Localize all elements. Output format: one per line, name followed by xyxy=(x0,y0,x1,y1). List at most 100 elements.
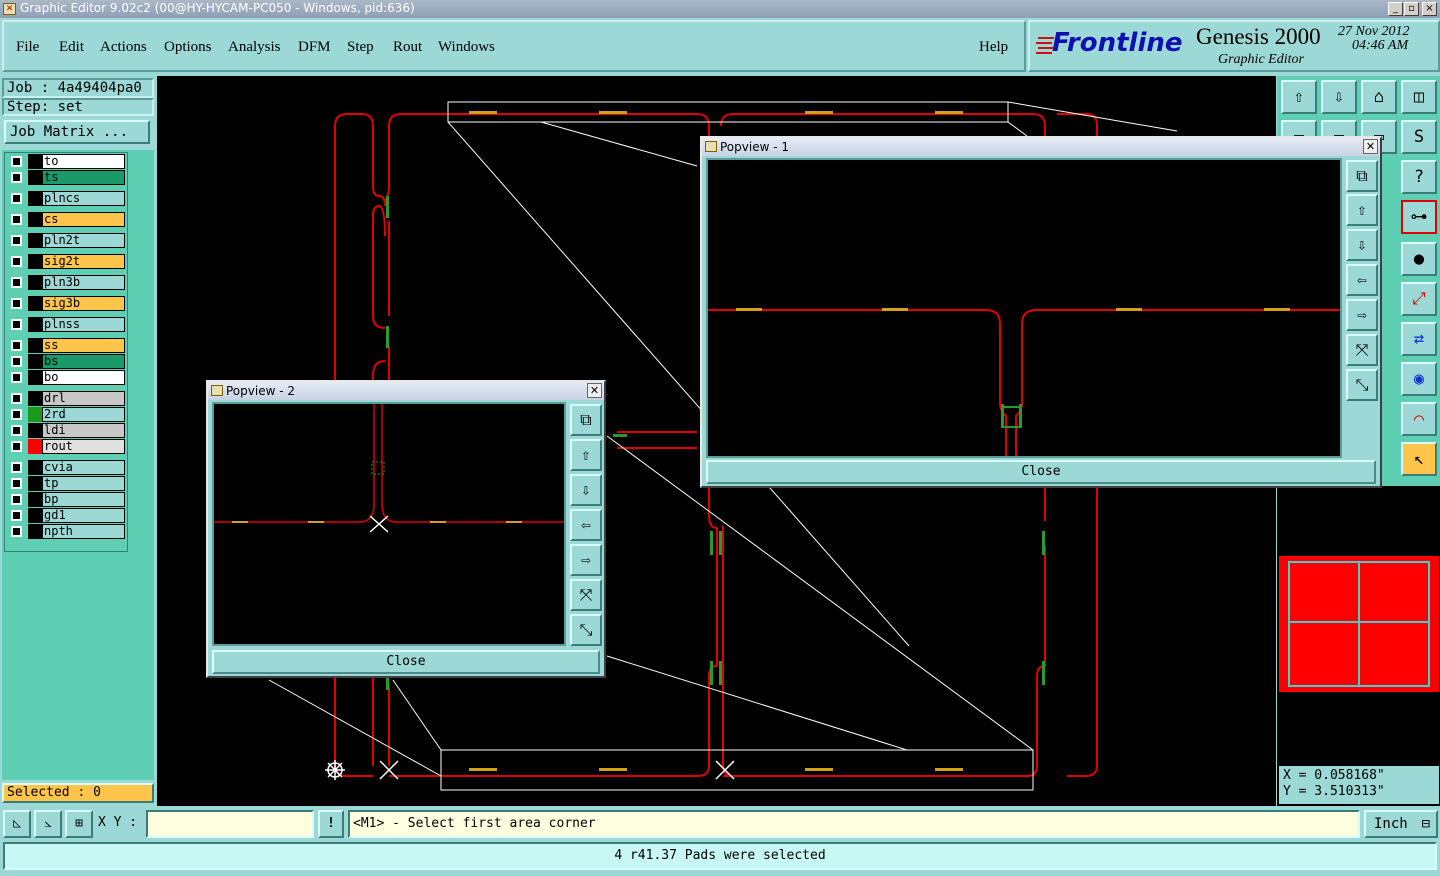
view-zoom-in-icon[interactable]: ⤧ xyxy=(570,579,602,611)
layer-row-npth[interactable]: npth xyxy=(8,524,126,539)
layer-color-swatch[interactable] xyxy=(28,354,42,369)
layer-name[interactable]: plnss xyxy=(42,317,125,332)
layer-color-swatch[interactable] xyxy=(28,191,42,206)
layer-color-swatch[interactable] xyxy=(28,317,42,332)
help-icon[interactable]: ? xyxy=(1401,160,1437,194)
layer-color-swatch[interactable] xyxy=(28,524,42,539)
layer-row-sig3b[interactable]: sig3b xyxy=(8,296,126,311)
layer-name[interactable]: npth xyxy=(42,524,125,539)
route-icon[interactable]: ⊶ xyxy=(1401,200,1437,234)
layer-row-bo[interactable]: bo xyxy=(8,370,126,385)
layer-color-swatch[interactable] xyxy=(28,170,42,185)
layer-checkbox[interactable] xyxy=(11,478,22,489)
popview-2-close-icon[interactable]: ✕ xyxy=(587,383,602,398)
layer-row-drl[interactable]: drl xyxy=(8,391,126,406)
layer-checkbox[interactable] xyxy=(11,214,22,225)
layer-color-swatch[interactable] xyxy=(28,296,42,311)
popview-2-canvas[interactable] xyxy=(212,402,566,646)
layer-name[interactable]: bo xyxy=(42,370,125,385)
view-pan-right-icon[interactable]: ⇨ xyxy=(570,544,602,576)
view-pan-right-icon[interactable]: ⇨ xyxy=(1346,299,1378,331)
view-zoom-fit-icon[interactable]: ⧉ xyxy=(570,404,602,436)
layer-name[interactable]: rout xyxy=(42,439,125,454)
layer-row-sig2t[interactable]: sig2t xyxy=(8,254,126,269)
menu-rout[interactable]: Rout xyxy=(393,39,422,56)
layer-name[interactable]: sig2t xyxy=(42,254,125,269)
layer-name[interactable]: cs xyxy=(42,212,125,227)
layer-row-tp[interactable]: tp xyxy=(8,476,126,491)
layer-name[interactable]: pln3b xyxy=(42,275,125,290)
layer-name[interactable]: sig3b xyxy=(42,296,125,311)
layer-name[interactable]: gd1 xyxy=(42,508,125,523)
layer-checkbox[interactable] xyxy=(11,526,22,537)
view-pan-down-icon[interactable]: ⇩ xyxy=(570,474,602,506)
layer-checkbox[interactable] xyxy=(11,425,22,436)
layer-color-swatch[interactable] xyxy=(28,233,42,248)
layer-checkbox[interactable] xyxy=(11,356,22,367)
snap-icon[interactable]: S xyxy=(1401,120,1437,154)
layer-row-cs[interactable]: cs xyxy=(8,212,126,227)
layer-name[interactable]: drl xyxy=(42,391,125,406)
layer-color-swatch[interactable] xyxy=(28,338,42,353)
layer-checkbox[interactable] xyxy=(11,256,22,267)
layer-checkbox[interactable] xyxy=(11,193,22,204)
layer-checkbox[interactable] xyxy=(11,298,22,309)
minimize-button[interactable]: _ xyxy=(1388,2,1403,16)
layer-checkbox[interactable] xyxy=(11,510,22,521)
layer-color-swatch[interactable] xyxy=(28,439,42,454)
view-pan-left-icon[interactable]: ⇦ xyxy=(570,509,602,541)
maximize-button[interactable]: ▫ xyxy=(1404,2,1419,16)
zoom-in-icon[interactable]: ⇧ xyxy=(1281,80,1317,114)
overview-thumbnail[interactable] xyxy=(1279,556,1439,692)
layer-checkbox[interactable] xyxy=(11,340,22,351)
view-pan-up-icon[interactable]: ⇧ xyxy=(570,439,602,471)
layer-name[interactable]: plncs xyxy=(42,191,125,206)
layer-color-swatch[interactable] xyxy=(28,370,42,385)
grid-icon[interactable]: ⊞ xyxy=(65,810,93,838)
pad-icon[interactable]: ● xyxy=(1401,242,1437,276)
layer-name[interactable]: bs xyxy=(42,354,125,369)
xy-input[interactable] xyxy=(146,810,314,838)
layer-color-swatch[interactable] xyxy=(28,391,42,406)
popview-1-canvas[interactable] xyxy=(706,158,1342,458)
layer-row-ldi[interactable]: ldi xyxy=(8,423,126,438)
popview-1-close-button[interactable]: Close xyxy=(706,460,1376,484)
menu-actions[interactable]: Actions xyxy=(100,39,147,56)
layer-checkbox[interactable] xyxy=(11,409,22,420)
layer-checkbox[interactable] xyxy=(11,372,22,383)
menu-options[interactable]: Options xyxy=(164,39,212,56)
layer-color-swatch[interactable] xyxy=(28,508,42,523)
menu-dfm[interactable]: DFM xyxy=(298,39,331,56)
layer-row-ts[interactable]: ts xyxy=(8,170,126,185)
snap-grid-icon[interactable]: ◺ xyxy=(3,810,31,838)
layer-color-swatch[interactable] xyxy=(28,254,42,269)
layer-name[interactable]: ldi xyxy=(42,423,125,438)
layer-row-rout[interactable]: rout xyxy=(8,439,126,454)
select-icon[interactable]: ↖ xyxy=(1401,442,1437,476)
menu-windows[interactable]: Windows xyxy=(438,39,495,56)
layer-name[interactable]: cvia xyxy=(42,460,125,475)
layer-row-pln3b[interactable]: pln3b xyxy=(8,275,126,290)
menu-file[interactable]: File xyxy=(16,39,39,56)
layer-name[interactable]: to xyxy=(42,154,125,169)
layer-checkbox[interactable] xyxy=(11,277,22,288)
layer-checkbox[interactable] xyxy=(11,494,22,505)
job-matrix-button[interactable]: Job Matrix ... xyxy=(4,120,150,144)
layer-row-gd1[interactable]: gd1 xyxy=(8,508,126,523)
layer-row-to[interactable]: to xyxy=(8,154,126,169)
split-view-icon[interactable]: ◫ xyxy=(1401,80,1437,114)
layer-row-ss[interactable]: ss xyxy=(8,338,126,353)
layer-checkbox[interactable] xyxy=(11,319,22,330)
view-pan-down-icon[interactable]: ⇩ xyxy=(1346,229,1378,261)
menu-help[interactable]: Help xyxy=(979,39,1008,56)
info-button[interactable]: ! xyxy=(318,810,344,838)
layer-checkbox[interactable] xyxy=(11,441,22,452)
view-pan-up-icon[interactable]: ⇧ xyxy=(1346,194,1378,226)
layer-checkbox[interactable] xyxy=(11,235,22,246)
connect-icon[interactable]: ⤢ xyxy=(1401,282,1437,316)
layer-color-swatch[interactable] xyxy=(28,275,42,290)
layer-name[interactable]: pln2t xyxy=(42,233,125,248)
layer-row-bp[interactable]: bp xyxy=(8,492,126,507)
view-zoom-out-icon[interactable]: ⤡ xyxy=(570,614,602,646)
view-zoom-out-icon[interactable]: ⤡ xyxy=(1346,369,1378,401)
